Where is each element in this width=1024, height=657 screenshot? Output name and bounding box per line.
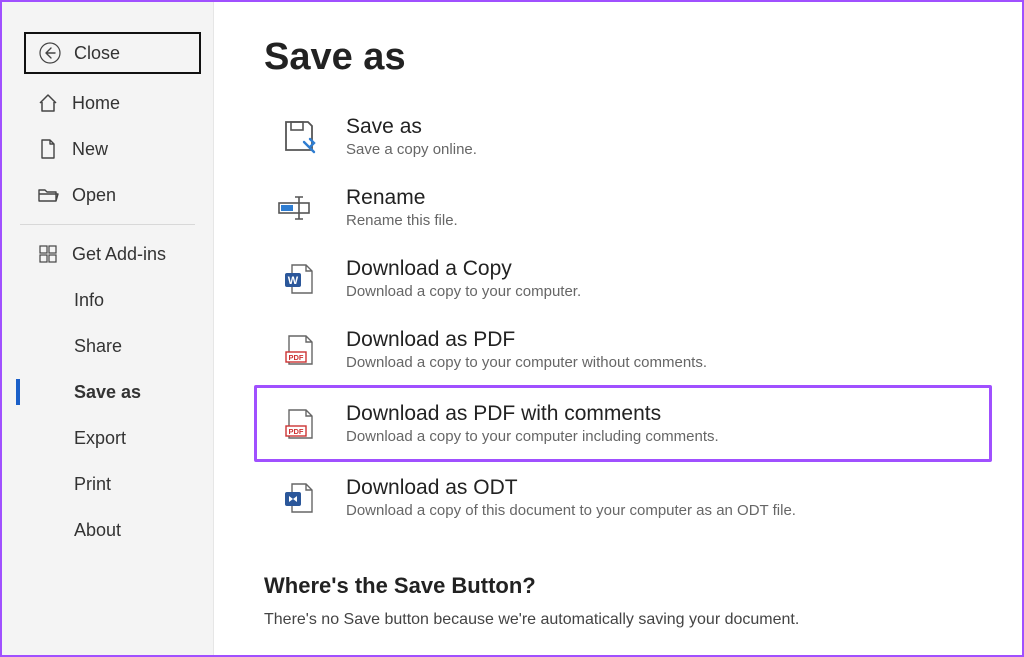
- sidebar-label-print: Print: [74, 474, 111, 495]
- sidebar-item-info[interactable]: Info: [2, 277, 213, 323]
- addins-icon: [34, 244, 62, 264]
- option-body: Rename Rename this file.: [346, 186, 458, 229]
- home-icon: [34, 92, 62, 114]
- sidebar-label-saveas: Save as: [74, 382, 141, 403]
- sidebar: Close Home New Open Get Add-ins: [2, 2, 214, 655]
- sidebar-separator: [20, 224, 195, 225]
- info-text: There's no Save button because we're aut…: [264, 611, 982, 629]
- sidebar-item-addins[interactable]: Get Add-ins: [2, 231, 213, 277]
- option-title: Download as PDF with comments: [346, 402, 719, 426]
- open-folder-icon: [34, 185, 62, 205]
- option-title: Download a Copy: [346, 257, 581, 281]
- svg-text:PDF: PDF: [289, 427, 304, 436]
- option-desc: Download a copy to your computer without…: [346, 354, 707, 371]
- option-title: Download as PDF: [346, 328, 707, 352]
- sidebar-item-about[interactable]: About: [2, 507, 213, 553]
- svg-text:PDF: PDF: [289, 353, 304, 362]
- sidebar-item-new[interactable]: New: [2, 126, 213, 172]
- sidebar-label-export: Export: [74, 428, 126, 449]
- option-desc: Download a copy to your computer.: [346, 283, 581, 300]
- sidebar-label-home: Home: [72, 93, 120, 114]
- sidebar-label-new: New: [72, 139, 108, 160]
- word-doc-icon: W: [274, 262, 324, 296]
- sidebar-item-close[interactable]: Close: [24, 32, 201, 74]
- option-desc: Rename this file.: [346, 212, 458, 229]
- option-download-copy[interactable]: W Download a Copy Download a copy to you…: [264, 243, 982, 314]
- odt-icon: [274, 481, 324, 515]
- option-download-pdf-comments[interactable]: PDF Download as PDF with comments Downlo…: [254, 385, 992, 462]
- page-title: Save as: [264, 36, 982, 79]
- sidebar-label-open: Open: [72, 185, 116, 206]
- sidebar-item-export[interactable]: Export: [2, 415, 213, 461]
- svg-text:W: W: [288, 275, 299, 287]
- option-body: Download a Copy Download a copy to your …: [346, 257, 581, 300]
- option-download-odt[interactable]: Download as ODT Download a copy of this …: [264, 462, 982, 533]
- option-title: Rename: [346, 186, 458, 210]
- sidebar-item-print[interactable]: Print: [2, 461, 213, 507]
- sidebar-item-open[interactable]: Open: [2, 172, 213, 218]
- main-panel: Save as Save as Save a copy online. Rena…: [214, 2, 1022, 655]
- option-title: Save as: [346, 115, 477, 139]
- option-save-as[interactable]: Save as Save a copy online.: [264, 101, 982, 172]
- option-body: Download as ODT Download a copy of this …: [346, 476, 796, 519]
- sidebar-item-share[interactable]: Share: [2, 323, 213, 369]
- save-as-icon: [274, 118, 324, 156]
- info-title: Where's the Save Button?: [264, 573, 982, 599]
- option-body: Download as PDF with comments Download a…: [346, 402, 719, 445]
- option-desc: Download a copy of this document to your…: [346, 502, 796, 519]
- info-section: Where's the Save Button? There's no Save…: [264, 573, 982, 629]
- option-desc: Save a copy online.: [346, 141, 477, 158]
- sidebar-label-info: Info: [74, 290, 104, 311]
- option-desc: Download a copy to your computer includi…: [346, 428, 719, 445]
- option-body: Save as Save a copy online.: [346, 115, 477, 158]
- sidebar-label-addins: Get Add-ins: [72, 244, 166, 265]
- option-rename[interactable]: Rename Rename this file.: [264, 172, 982, 243]
- pdf-icon: PDF: [274, 333, 324, 367]
- sidebar-label-about: About: [74, 520, 121, 541]
- new-doc-icon: [34, 138, 62, 160]
- sidebar-label-share: Share: [74, 336, 122, 357]
- option-title: Download as ODT: [346, 476, 796, 500]
- option-body: Download as PDF Download a copy to your …: [346, 328, 707, 371]
- sidebar-item-saveas[interactable]: Save as: [2, 369, 213, 415]
- sidebar-item-home[interactable]: Home: [2, 80, 213, 126]
- sidebar-label-close: Close: [74, 43, 120, 64]
- option-download-pdf[interactable]: PDF Download as PDF Download a copy to y…: [264, 314, 982, 385]
- pdf-comments-icon: PDF: [274, 407, 324, 441]
- back-arrow-icon: [36, 42, 64, 64]
- rename-icon: [274, 193, 324, 223]
